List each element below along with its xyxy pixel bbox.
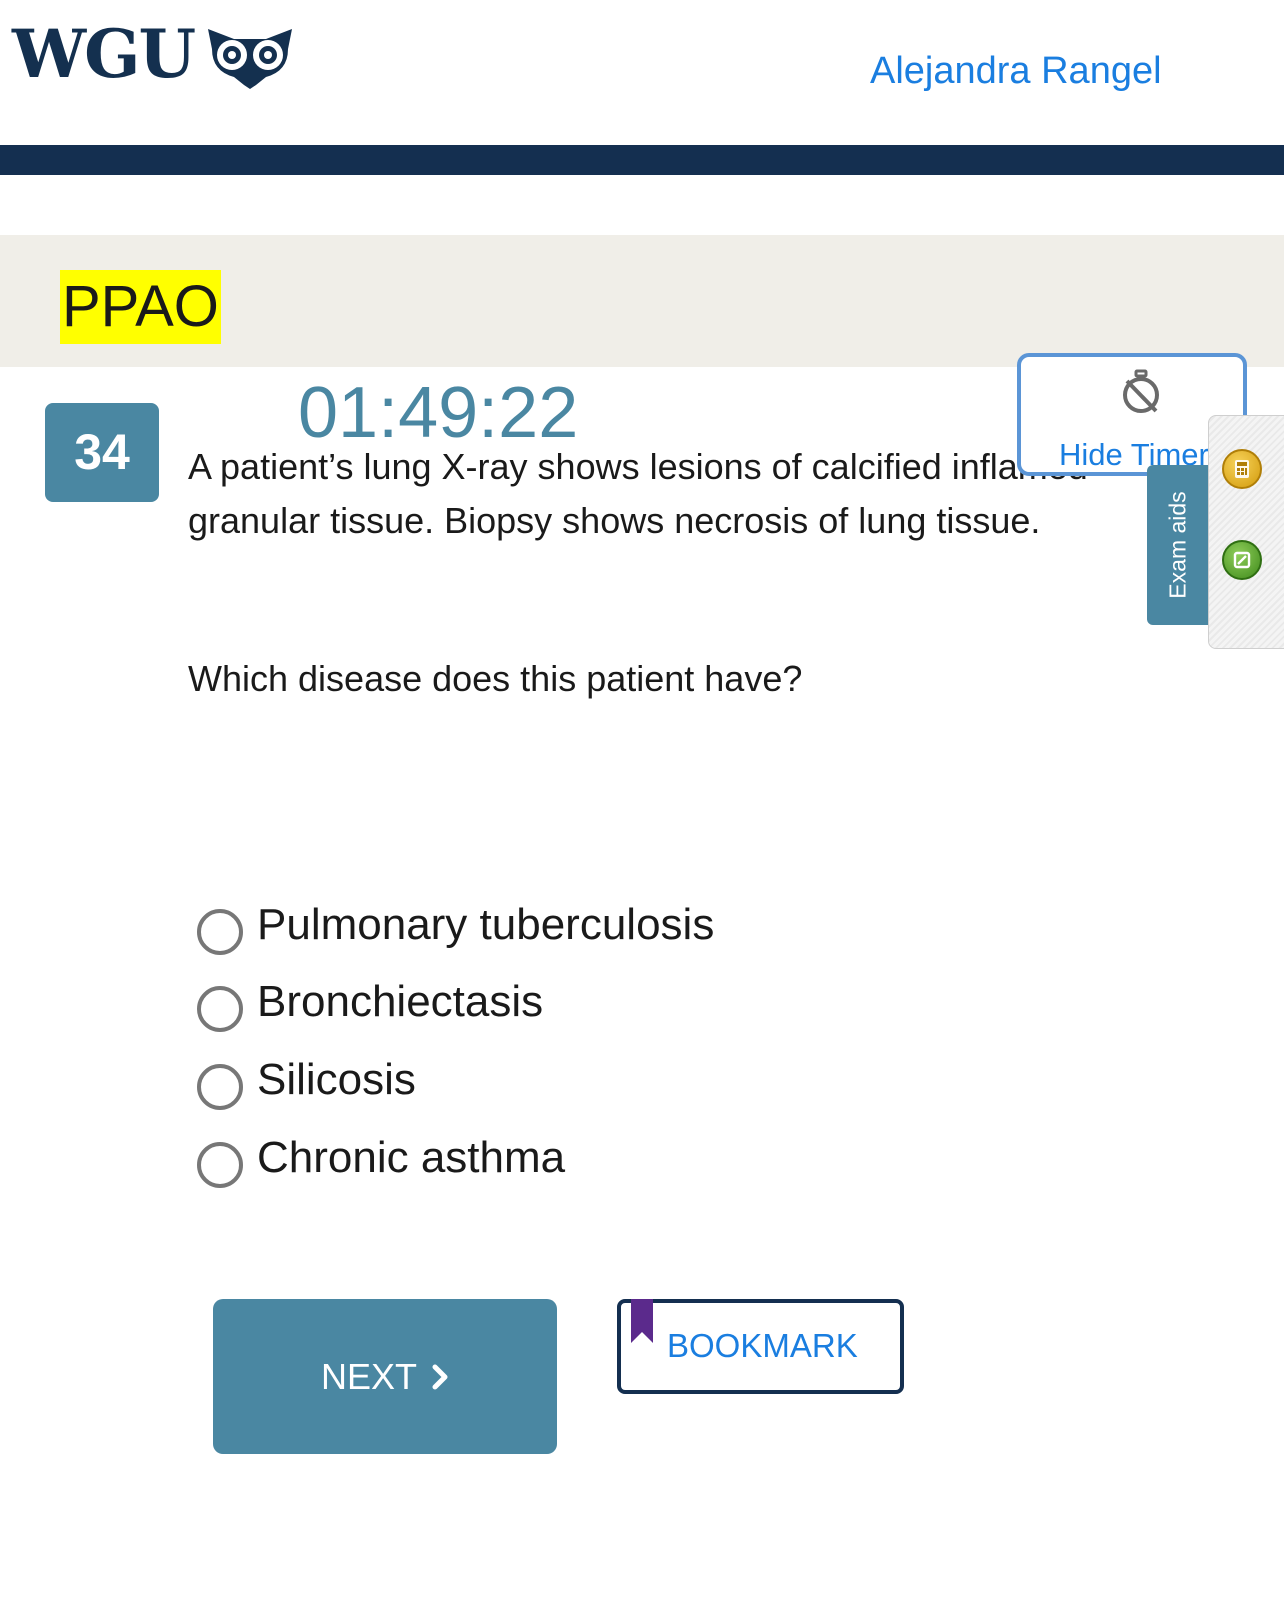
course-code: PPAO xyxy=(60,270,221,344)
question-number-badge: 34 xyxy=(45,403,159,502)
calculator-icon[interactable] xyxy=(1222,449,1262,489)
option-label: Bronchiectasis xyxy=(257,977,544,1026)
option-label: Silicosis xyxy=(257,1055,416,1104)
bookmark-ribbon-icon xyxy=(631,1299,653,1343)
radio-button[interactable] xyxy=(197,986,243,1032)
user-name-link[interactable]: Alejandra Rangel xyxy=(870,50,1162,93)
notes-icon[interactable] xyxy=(1222,540,1262,580)
option-label: Chronic asthma xyxy=(257,1133,566,1182)
answer-option-2[interactable]: Bronchiectasis xyxy=(197,972,543,1032)
question-prompt: Which disease does this patient have? xyxy=(188,658,803,699)
radio-button[interactable] xyxy=(197,1142,243,1188)
exam-timer: 01:49:22 xyxy=(298,373,579,453)
exam-aids-tab[interactable]: Exam aids xyxy=(1147,465,1208,625)
exam-aids-label: Exam aids xyxy=(1164,491,1190,599)
stopwatch-off-icon xyxy=(1123,369,1159,413)
chevron-right-icon xyxy=(432,1364,448,1389)
answer-option-4[interactable]: Chronic asthma xyxy=(197,1128,565,1188)
option-label: Pulmonary tuberculosis xyxy=(257,900,715,949)
bookmark-label: BOOKMARK xyxy=(667,1327,858,1364)
next-label: NEXT xyxy=(320,1355,417,1397)
question-stem: A patient’s lung X-ray shows lesions of … xyxy=(188,446,1088,541)
owl-icon xyxy=(208,29,293,89)
answer-option-3[interactable]: Silicosis xyxy=(197,1050,416,1110)
next-button[interactable]: NEXT xyxy=(213,1299,557,1454)
answer-option-1[interactable]: Pulmonary tuberculosis xyxy=(197,895,714,955)
radio-button[interactable] xyxy=(197,909,243,955)
radio-button[interactable] xyxy=(197,1064,243,1110)
wgu-logo: WGU xyxy=(12,14,296,94)
header-divider-bar xyxy=(0,145,1284,175)
logo-text: WGU xyxy=(12,15,196,93)
bookmark-button[interactable]: BOOKMARK xyxy=(617,1299,904,1394)
